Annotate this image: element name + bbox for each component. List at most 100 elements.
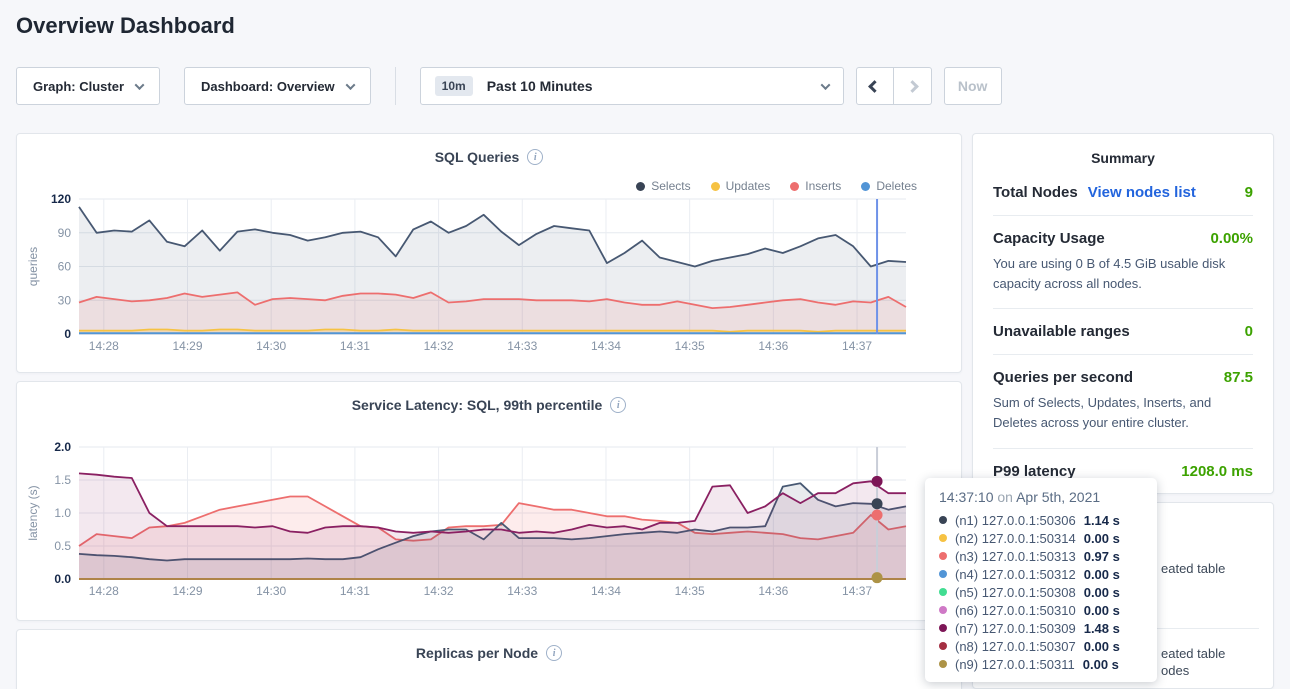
replicas-per-node-card: Replicas per Node i: [16, 629, 962, 689]
qps-desc: Sum of Selects, Updates, Inserts, and De…: [993, 393, 1253, 433]
now-button[interactable]: Now: [944, 67, 1002, 105]
legend-item-selects[interactable]: Selects: [636, 179, 690, 193]
next-time-button[interactable]: [894, 67, 932, 105]
svg-text:120: 120: [51, 192, 71, 206]
series-dot-icon: [939, 534, 947, 542]
total-nodes-value: 9: [1245, 184, 1253, 201]
divider: [993, 448, 1253, 449]
summary-panel: Summary Total Nodes View nodes list 9 Ca…: [972, 133, 1274, 494]
svg-text:14:31: 14:31: [340, 339, 370, 353]
toolbar-divider: [395, 67, 396, 105]
chevron-down-icon: [135, 80, 145, 90]
tooltip-row: (n8) 127.0.0.1:503070.00 s: [939, 637, 1143, 655]
tooltip-node-label: (n8) 127.0.0.1:50307: [955, 639, 1076, 654]
legend-item-updates[interactable]: Updates: [711, 179, 771, 193]
info-icon[interactable]: i: [546, 645, 562, 661]
tooltip-node-label: (n3) 127.0.0.1:50313: [955, 549, 1076, 564]
svg-text:14:30: 14:30: [256, 584, 286, 598]
series-dot-icon: [939, 624, 947, 632]
chevron-left-icon: [868, 80, 881, 93]
svg-text:0.5: 0.5: [54, 539, 71, 553]
qps-label: Queries per second: [993, 369, 1133, 386]
sql-queries-title: SQL Queries i: [17, 149, 961, 165]
series-dot-icon: [939, 642, 947, 650]
dashboard-dropdown[interactable]: Dashboard: Overview: [184, 67, 371, 105]
svg-text:14:28: 14:28: [89, 339, 119, 353]
svg-text:14:30: 14:30: [256, 339, 286, 353]
series-dot-icon: [939, 552, 947, 560]
svg-text:14:36: 14:36: [758, 584, 788, 598]
svg-text:14:34: 14:34: [591, 339, 621, 353]
replicas-per-node-title: Replicas per Node i: [17, 645, 961, 661]
tooltip-node-label: (n6) 127.0.0.1:50310: [955, 603, 1076, 618]
view-nodes-list-link[interactable]: View nodes list: [1088, 184, 1196, 201]
service-latency-chart[interactable]: 0.00.51.01.52.014:2814:2914:3014:3114:32…: [17, 440, 963, 608]
svg-text:90: 90: [58, 226, 72, 240]
capacity-usage-desc: You are using 0 B of 4.5 GiB usable disk…: [993, 254, 1253, 294]
tooltip-node-value: 0.00 s: [1084, 603, 1120, 618]
divider: [993, 215, 1253, 216]
capacity-usage-value: 0.00%: [1210, 230, 1253, 247]
legend-label: Updates: [726, 179, 771, 193]
tooltip-node-value: 0.00 s: [1083, 657, 1119, 672]
svg-text:1.0: 1.0: [54, 506, 71, 520]
svg-text:queries: queries: [26, 247, 40, 286]
series-dot-icon: [939, 570, 947, 578]
p99-latency-label: P99 latency: [993, 463, 1076, 480]
series-dot-icon: [939, 588, 947, 596]
svg-text:0: 0: [64, 327, 71, 341]
svg-text:14:35: 14:35: [675, 584, 705, 598]
summary-row-p99: P99 latency 1208.0 ms: [993, 463, 1253, 480]
svg-text:14:37: 14:37: [842, 584, 872, 598]
svg-text:14:32: 14:32: [424, 584, 454, 598]
service-latency-title: Service Latency: SQL, 99th percentile i: [17, 397, 961, 413]
svg-text:14:28: 14:28: [89, 584, 119, 598]
unavailable-ranges-label: Unavailable ranges: [993, 323, 1130, 340]
divider: [993, 354, 1253, 355]
event-item-fragment[interactable]: eated table: [1161, 646, 1225, 661]
tooltip-node-label: (n4) 127.0.0.1:50312: [955, 567, 1076, 582]
svg-text:latency (s): latency (s): [26, 485, 40, 540]
time-nav-group: [856, 67, 932, 105]
summary-row-qps: Queries per second 87.5: [993, 369, 1253, 386]
tooltip-node-label: (n1) 127.0.0.1:50306: [955, 513, 1076, 528]
tooltip-node-value: 1.48 s: [1084, 621, 1120, 636]
svg-text:14:33: 14:33: [507, 339, 537, 353]
summary-row-total-nodes: Total Nodes View nodes list 9: [993, 184, 1253, 201]
chevron-down-icon: [345, 80, 355, 90]
summary-title: Summary: [993, 150, 1253, 166]
legend-label: Selects: [651, 179, 690, 193]
tooltip-row: (n7) 127.0.0.1:503091.48 s: [939, 619, 1143, 637]
info-icon[interactable]: i: [610, 397, 626, 413]
sql-queries-chart[interactable]: 030609012014:2814:2914:3014:3114:3214:33…: [17, 192, 963, 362]
event-item-fragment[interactable]: odes: [1161, 663, 1189, 678]
info-icon[interactable]: i: [527, 149, 543, 165]
svg-text:14:34: 14:34: [591, 584, 621, 598]
legend-dot-icon: [790, 182, 799, 191]
svg-text:14:29: 14:29: [172, 584, 202, 598]
p99-latency-value: 1208.0 ms: [1181, 463, 1253, 480]
time-range-badge: 10m: [435, 76, 473, 96]
prev-time-button[interactable]: [856, 67, 894, 105]
capacity-usage-label: Capacity Usage: [993, 230, 1105, 247]
tooltip-row: (n4) 127.0.0.1:50312 0.00 s: [939, 565, 1143, 583]
unavailable-ranges-value: 0: [1245, 323, 1253, 340]
tooltip-node-value: 0.00 s: [1084, 585, 1120, 600]
tooltip-node-value: 0.00 s: [1084, 567, 1120, 582]
svg-text:60: 60: [58, 260, 72, 274]
graph-dropdown-label: Graph: Cluster: [33, 79, 124, 94]
legend-item-inserts[interactable]: Inserts: [790, 179, 841, 193]
chart-tooltip: 14:37:10 on Apr 5th, 2021 (n1) 127.0.0.1…: [925, 478, 1157, 682]
event-item-fragment[interactable]: eated table: [1161, 561, 1225, 576]
tooltip-node-value: 0.97 s: [1084, 549, 1120, 564]
tooltip-row: (n6) 127.0.0.1:50310 0.00 s: [939, 601, 1143, 619]
time-range-selector[interactable]: 10m Past 10 Minutes: [420, 67, 844, 105]
legend-dot-icon: [636, 182, 645, 191]
tooltip-row: (n3) 127.0.0.1:50313 0.97 s: [939, 547, 1143, 565]
svg-text:1.5: 1.5: [54, 473, 71, 487]
legend-item-deletes[interactable]: Deletes: [861, 179, 917, 193]
graph-dropdown[interactable]: Graph: Cluster: [16, 67, 160, 105]
svg-text:14:32: 14:32: [424, 339, 454, 353]
tooltip-node-value: 1.14 s: [1084, 513, 1120, 528]
svg-text:14:29: 14:29: [172, 339, 202, 353]
